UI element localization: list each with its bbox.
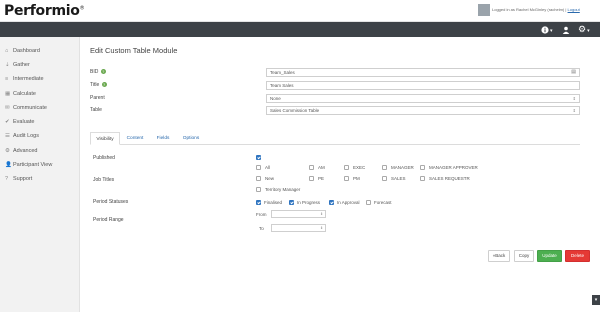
job-title-label: Territory Manager: [265, 187, 301, 192]
job-title-sales-checkbox[interactable]: [382, 176, 387, 181]
sidebar: ⌂ Dashboard ⇣ Gather ≡ Intermediate ▦ Calcul…: [0, 37, 80, 312]
updown-icon: ⇕: [572, 96, 576, 101]
gear-icon[interactable]: ⚙▾: [578, 24, 590, 35]
scroll-down-icon[interactable]: ▾: [592, 295, 600, 305]
period-status-forecast-checkbox[interactable]: [366, 200, 371, 205]
job-title-label: PM: [353, 176, 360, 181]
job-titles-label: Job Titles: [93, 177, 115, 183]
period-status-in-approval-checkbox[interactable]: [329, 200, 334, 205]
id-card-icon[interactable]: ▤: [571, 69, 576, 76]
period-statuses-label: Period Statuses: [93, 199, 129, 205]
to-label: To: [259, 226, 264, 231]
update-button[interactable]: Update: [537, 250, 562, 262]
app-logo[interactable]: Performio®: [4, 3, 85, 19]
check-icon: ✔: [5, 119, 10, 125]
job-title-label: SALES REQUESTR: [429, 176, 470, 181]
published-label: Published: [93, 155, 115, 161]
period-status-in-progress-checkbox[interactable]: [289, 200, 294, 205]
delete-button[interactable]: Delete: [565, 250, 590, 262]
sidebar-item-audit-logs[interactable]: ☰ Audit Logs: [0, 130, 80, 143]
main-content: Edit Custom Table Module BID ? Team_Sale…: [80, 37, 600, 312]
logout-link[interactable]: Logout: [568, 7, 580, 12]
parent-select[interactable]: None ⇕: [266, 94, 580, 103]
copy-button[interactable]: Copy: [514, 250, 534, 262]
updown-icon: ⇕: [320, 226, 323, 230]
logged-in-text: Logged in as Rachel McGinley (rachelm) |: [492, 7, 567, 12]
job-title-label: EXEC: [353, 165, 366, 170]
job-title-sales-requestr-checkbox[interactable]: [420, 176, 425, 181]
sidebar-item-dashboard[interactable]: ⌂ Dashboard: [0, 45, 80, 58]
sidebar-item-advanced[interactable]: ⚙ Advanced: [0, 145, 80, 158]
job-title-manager-checkbox[interactable]: [382, 165, 387, 170]
logged-in-info: Logged in as Rachel McGinley (rachelm) |…: [492, 7, 580, 12]
page-title: Edit Custom Table Module: [90, 46, 178, 55]
job-title-label: New: [265, 176, 275, 181]
person-icon: 👤: [5, 162, 12, 168]
job-title-pe-checkbox[interactable]: [309, 176, 314, 181]
sidebar-item-evaluate[interactable]: ✔ Evaluate: [0, 116, 80, 129]
to-select[interactable]: ⇕: [271, 224, 326, 232]
help-icon[interactable]: ?: [101, 82, 107, 88]
job-title-manager-approver-checkbox[interactable]: [420, 165, 425, 170]
calculator-icon: ▦: [5, 91, 11, 97]
job-title-label: MANAGER: [391, 165, 414, 170]
sidebar-item-communicate[interactable]: ✉ Communicate: [0, 102, 80, 115]
job-title-am-checkbox[interactable]: [309, 165, 314, 170]
top-bar: Performio® Logged in as Rachel McGinley …: [0, 0, 600, 22]
sidebar-item-calculate[interactable]: ▦ Calculate: [0, 88, 80, 101]
bid-label: BID ?: [90, 69, 106, 75]
job-title-label: All: [265, 165, 271, 170]
log-icon: ☰: [5, 133, 10, 139]
list-icon: ≡: [5, 76, 9, 82]
period-status-label: Forecast: [374, 200, 392, 205]
title-label: Title ?: [90, 82, 107, 88]
period-status-finalised-checkbox[interactable]: [256, 200, 261, 205]
avatar: [478, 4, 490, 16]
info-icon[interactable]: ▾: [541, 24, 553, 35]
job-title-label: SALES: [391, 176, 406, 181]
published-checkbox[interactable]: [256, 155, 261, 160]
sidebar-item-participant-view[interactable]: 👤Participant View: [0, 159, 80, 172]
sidebar-item-support[interactable]: ? Support: [0, 173, 80, 186]
updown-icon: ⇕: [572, 108, 576, 113]
envelope-icon: ✉: [5, 105, 10, 111]
updown-icon: ⇕: [320, 212, 323, 216]
job-title-pm-checkbox[interactable]: [344, 176, 349, 181]
job-title-all-checkbox[interactable]: [256, 165, 261, 170]
cog-icon: ⚙: [5, 148, 10, 154]
job-title-label: AM: [318, 165, 325, 170]
job-title-label: MANAGER APPROVER: [429, 165, 478, 170]
download-icon: ⇣: [5, 62, 10, 68]
sidebar-item-intermediate[interactable]: ≡ Intermediate: [0, 73, 80, 86]
from-select[interactable]: ⇕: [271, 210, 326, 218]
back-button[interactable]: «Back: [488, 250, 510, 262]
job-title-territory-manager-checkbox[interactable]: [256, 187, 261, 192]
table-label: Table: [90, 107, 102, 113]
tab-fields[interactable]: Fields: [152, 132, 174, 145]
help-icon: ?: [5, 176, 9, 182]
tab-options[interactable]: Options: [178, 132, 204, 145]
help-icon[interactable]: ?: [100, 69, 106, 75]
period-status-label: In Approval: [337, 200, 360, 205]
period-status-label: Finalised: [264, 200, 283, 205]
job-title-exec-checkbox[interactable]: [344, 165, 349, 170]
job-title-label: PE: [318, 176, 325, 181]
job-title-new-checkbox[interactable]: [256, 176, 261, 181]
tab-bar: Visibility Content Fields Options: [90, 132, 580, 145]
period-status-label: In Progress: [297, 200, 321, 205]
sidebar-item-gather[interactable]: ⇣ Gather: [0, 59, 80, 72]
nav-bar: ▾ ⚙▾: [0, 22, 600, 37]
tab-content[interactable]: Content: [122, 132, 148, 145]
home-icon: ⌂: [5, 48, 9, 54]
period-range-label: Period Range: [93, 217, 124, 223]
from-label: From: [256, 212, 267, 217]
title-field[interactable]: Team Sales: [266, 81, 580, 90]
user-icon[interactable]: [562, 24, 570, 35]
bid-field[interactable]: Team_Sales ▤: [266, 68, 580, 77]
tab-visibility[interactable]: Visibility: [90, 132, 120, 145]
table-select[interactable]: Sales Commission Table ⇕: [266, 106, 580, 115]
parent-label: Parent: [90, 95, 105, 101]
